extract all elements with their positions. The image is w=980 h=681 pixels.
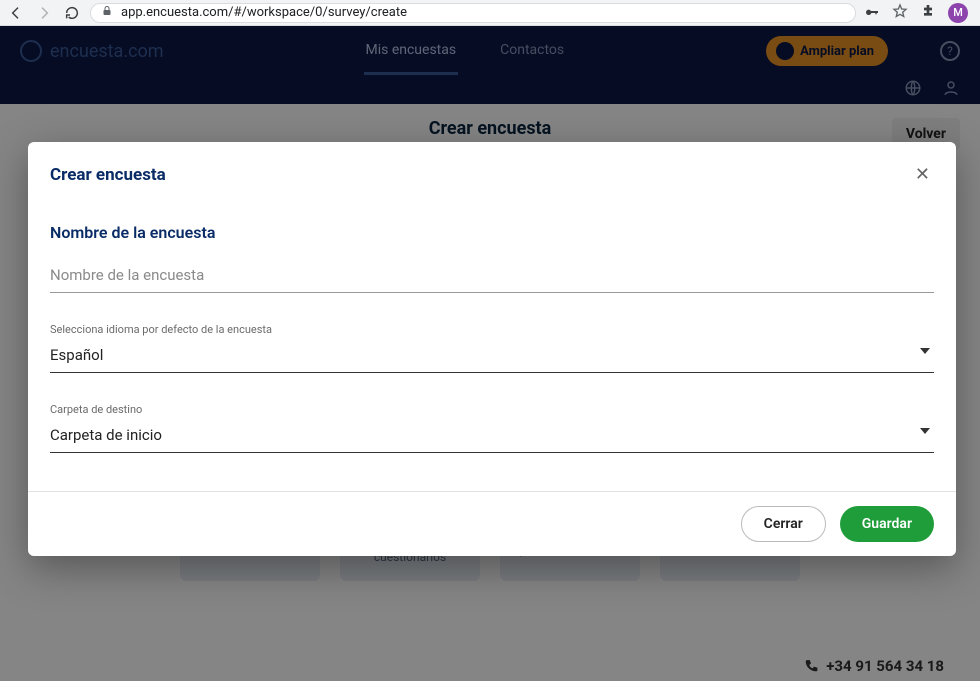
folder-field: Carpeta de destino Carpeta de inicio [50,403,934,453]
modal-title: Crear encuesta [50,165,166,185]
folder-value: Carpeta de inicio [50,426,934,444]
create-survey-modal: Crear encuesta ✕ Nombre de la encuesta S… [28,142,956,556]
folder-select[interactable]: Carpeta de inicio [50,422,934,453]
star-icon[interactable] [892,3,908,23]
lock-icon [101,5,113,20]
close-button[interactable]: Cerrar [741,506,826,542]
back-arrow-icon[interactable] [6,3,26,23]
modal-body: Nombre de la encuesta Selecciona idioma … [28,201,956,491]
close-icon[interactable]: ✕ [911,160,934,189]
name-section-label: Nombre de la encuesta [50,223,934,242]
chevron-down-icon [920,428,930,434]
modal-header: Crear encuesta ✕ [28,142,956,201]
chevron-down-icon [920,348,930,354]
reload-icon[interactable] [62,3,82,23]
language-value: Español [50,346,934,364]
chrome-icons: M [864,3,974,23]
language-select[interactable]: Español [50,342,934,373]
save-button[interactable]: Guardar [840,506,934,542]
url-bar[interactable]: app.encuesta.com/#/workspace/0/survey/cr… [90,3,856,23]
browser-bar: app.encuesta.com/#/workspace/0/survey/cr… [0,0,980,26]
profile-avatar[interactable]: M [948,3,968,23]
modal-footer: Cerrar Guardar [28,491,956,556]
name-field [50,260,934,293]
language-hint: Selecciona idioma por defecto de la encu… [50,323,934,336]
language-field: Selecciona idioma por defecto de la encu… [50,323,934,373]
extensions-icon[interactable] [920,3,936,23]
folder-hint: Carpeta de destino [50,403,934,416]
forward-arrow-icon[interactable] [34,3,54,23]
survey-name-input[interactable] [50,260,934,293]
url-text: app.encuesta.com/#/workspace/0/survey/cr… [121,5,407,20]
key-icon[interactable] [864,3,880,23]
